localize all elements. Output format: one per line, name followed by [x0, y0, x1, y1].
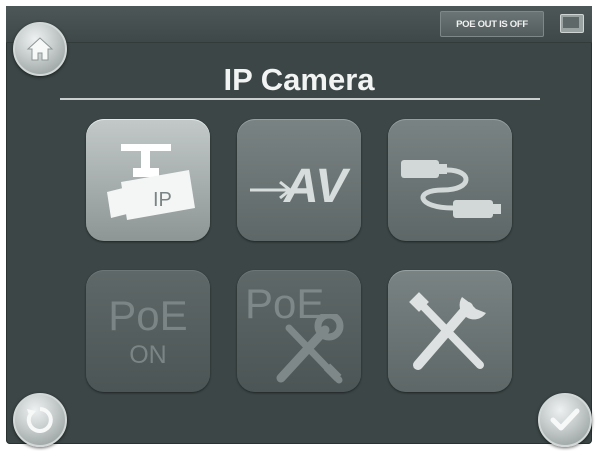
confirm-button[interactable]	[538, 393, 592, 447]
ip-camera-label: IP	[153, 189, 172, 211]
refresh-icon	[26, 407, 53, 433]
tools-tile[interactable]	[388, 270, 512, 392]
wrench-screwdriver-icon	[276, 314, 344, 384]
check-icon	[550, 408, 580, 431]
title-divider	[60, 98, 540, 100]
page-title: IP Camera	[223, 62, 375, 97]
cable-tile[interactable]	[388, 119, 512, 241]
av-label: AV	[283, 160, 351, 213]
poe-tools-icon: PoE	[237, 270, 361, 392]
status-bar: POE OUT IS OFF	[6, 6, 592, 43]
refresh-button[interactable]	[13, 393, 67, 447]
home-icon	[26, 37, 54, 61]
on-label: ON	[129, 340, 167, 369]
poe-on-tile[interactable]: PoE ON	[86, 270, 210, 392]
ip-camera-tile[interactable]: IP	[86, 119, 210, 241]
poe-label: PoE	[108, 291, 188, 339]
ip-camera-icon: IP	[107, 144, 195, 220]
device-screen: POE OUT IS OFF IP Camera IP AV PoE ON Po…	[6, 6, 592, 447]
poe-status-badge[interactable]: POE OUT IS OFF	[440, 11, 544, 37]
poe-tools-tile[interactable]: PoE	[237, 270, 361, 392]
battery-icon	[560, 14, 584, 33]
poe-on-icon: PoE ON	[108, 291, 188, 369]
av-icon: AV	[250, 160, 351, 213]
av-tile[interactable]: AV	[237, 119, 361, 241]
cable-icon	[401, 160, 501, 218]
tools-icon	[409, 292, 486, 370]
